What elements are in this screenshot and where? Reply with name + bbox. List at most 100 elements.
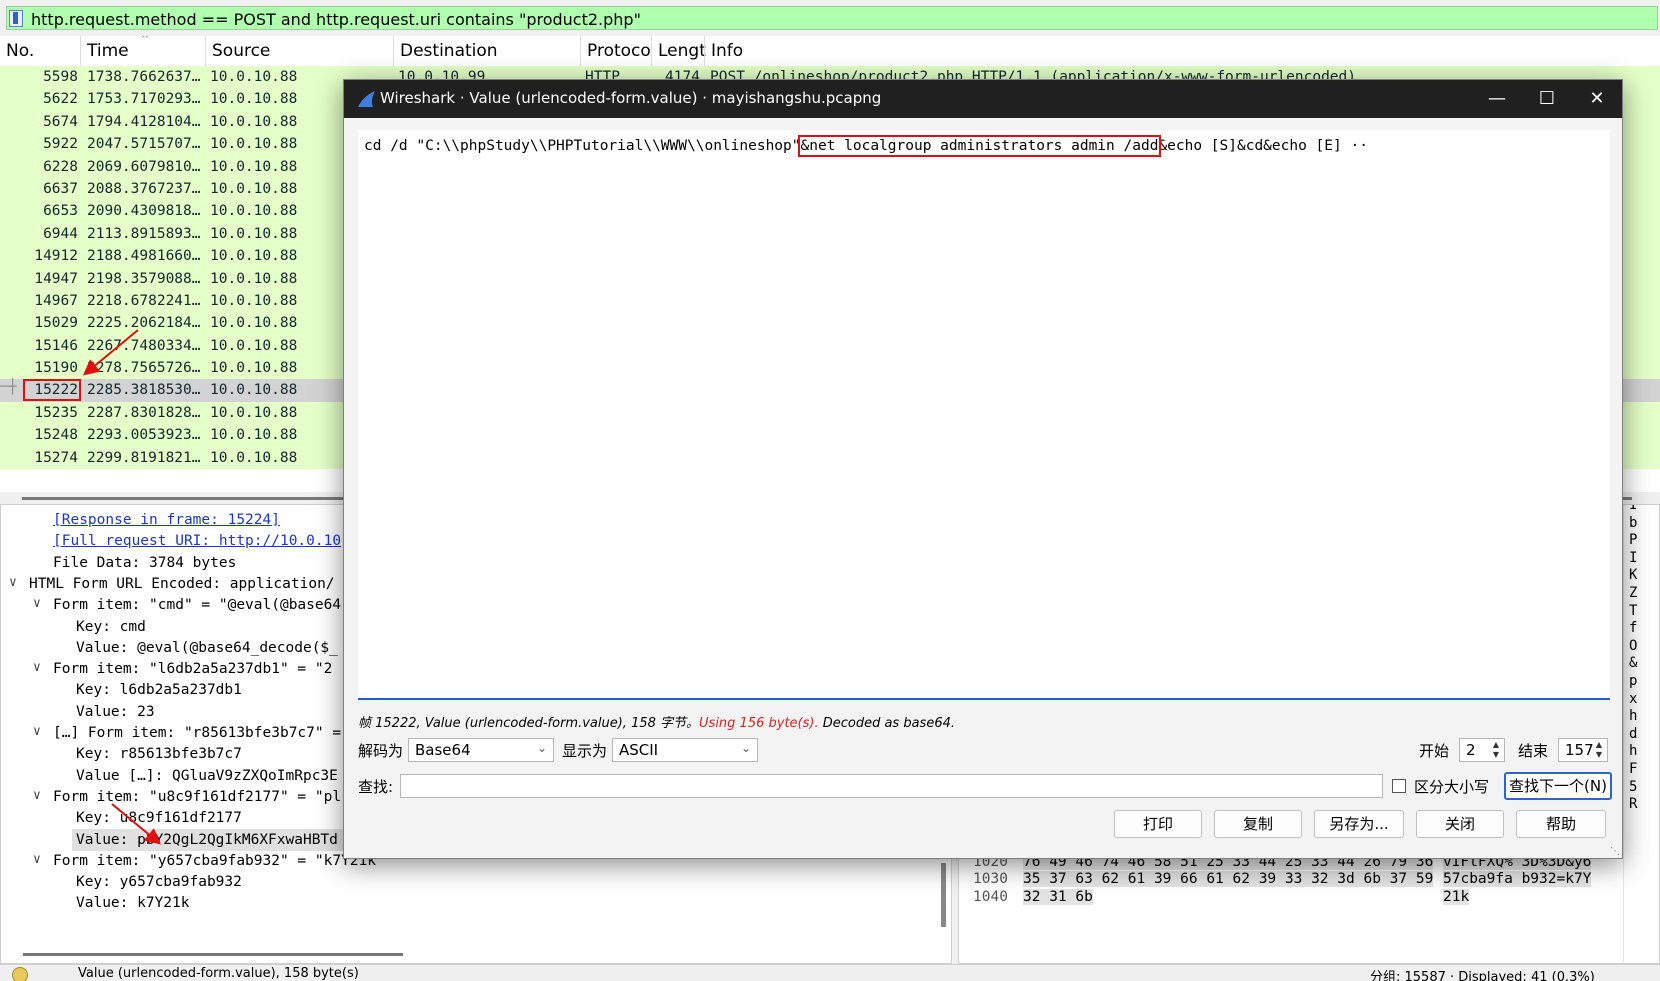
packet-source: 10.0.10.88 bbox=[210, 91, 298, 108]
bookmark-icon[interactable] bbox=[9, 10, 23, 27]
details-tree-item[interactable]: Value: k7Y21k bbox=[1, 892, 951, 914]
maximize-icon[interactable]: ☐ bbox=[1524, 80, 1570, 118]
packet-time: 2299.8191821… bbox=[87, 449, 201, 466]
copy-button[interactable]: 复制 bbox=[1214, 810, 1302, 838]
bytes-ascii-char: x bbox=[1629, 690, 1638, 707]
packet-time: 2069.6079810… bbox=[87, 158, 201, 175]
close-icon[interactable]: ✕ bbox=[1574, 80, 1620, 118]
packet-source: 10.0.10.88 bbox=[210, 180, 298, 197]
decode-as-select[interactable]: Base64 ⌄ bbox=[408, 738, 554, 762]
bytes-right-column: Ib P I K Z Tf O & p x h d h F 5 R bbox=[1623, 504, 1646, 963]
packet-number: 15248 bbox=[34, 427, 78, 444]
display-filter-input[interactable]: http.request.method == POST and http.req… bbox=[6, 6, 1658, 30]
sort-ascending-icon: ^ bbox=[141, 36, 150, 45]
expert-info-icon[interactable] bbox=[12, 967, 28, 981]
col-separator bbox=[580, 36, 581, 66]
packet-time: 2293.0053923… bbox=[87, 427, 201, 444]
packet-source: 10.0.10.88 bbox=[210, 382, 298, 399]
show-as-select[interactable]: ASCII ⌄ bbox=[612, 738, 758, 762]
close-button[interactable]: 关闭 bbox=[1416, 810, 1504, 838]
details-hscrollbar[interactable] bbox=[23, 953, 403, 956]
col-no[interactable]: No. bbox=[6, 41, 34, 61]
packet-source: 10.0.10.88 bbox=[210, 113, 298, 130]
end-spinbox[interactable]: 157 ▲ ▼ bbox=[1558, 738, 1608, 762]
bytes-row[interactable]: 1040 32 31 6b 21k bbox=[959, 888, 1659, 907]
value-scrollbar[interactable] bbox=[1600, 130, 1610, 698]
details-item-label: Value: pbY2QgL2QgIkM6XFxwaHBTd bbox=[76, 831, 338, 848]
packet-time: 2287.8301828… bbox=[87, 404, 201, 421]
bytes-ascii-char: Z bbox=[1629, 585, 1638, 601]
print-button[interactable]: 打印 bbox=[1114, 810, 1202, 838]
packet-list-header: No. Time ^ Source Destination Protoco Le… bbox=[0, 36, 1660, 67]
col-destination[interactable]: Destination bbox=[400, 41, 498, 61]
details-item-label: Key: l6db2a5a237db1 bbox=[76, 682, 242, 699]
minimize-icon[interactable]: — bbox=[1474, 80, 1520, 118]
packet-source: 10.0.10.88 bbox=[210, 248, 298, 265]
value-text-area[interactable]: cd /d "C:\\phpStudy\\PHPTutorial\\WWW\\o… bbox=[358, 130, 1610, 700]
bytes-hex: 32 31 6b bbox=[1023, 889, 1093, 906]
start-spinbox[interactable]: 2 ▲ ▼ bbox=[1459, 738, 1505, 762]
chevron-down-icon[interactable]: ∨ bbox=[33, 852, 41, 867]
bytes-hex: 35 37 63 62 61 39 66 61 62 39 33 32 3d 6… bbox=[1023, 871, 1434, 888]
packet-source: 10.0.10.88 bbox=[210, 315, 298, 332]
spin-up-icon[interactable]: ▲ bbox=[1593, 740, 1605, 750]
chevron-down-icon[interactable]: ∨ bbox=[33, 596, 41, 611]
value-suffix: &echo [S]&cd&echo [E] ·· bbox=[1158, 138, 1368, 154]
bytes-offset: 1040 bbox=[973, 889, 1008, 906]
bytes-ascii-char: F bbox=[1629, 761, 1638, 777]
col-protocol[interactable]: Protoco bbox=[587, 41, 651, 61]
chevron-down-icon[interactable]: ∨ bbox=[33, 724, 41, 739]
col-source[interactable]: Source bbox=[212, 41, 270, 61]
packet-source: 10.0.10.88 bbox=[210, 337, 298, 354]
col-separator bbox=[205, 36, 206, 66]
details-tree-item[interactable]: Key: y657cba9fab932 bbox=[1, 871, 951, 893]
packet-number: 5674 bbox=[43, 113, 78, 130]
packet-number: 14967 bbox=[34, 292, 78, 309]
col-separator bbox=[393, 36, 394, 66]
find-input[interactable] bbox=[400, 774, 1383, 798]
col-length[interactable]: Lengt bbox=[658, 41, 706, 61]
packet-time: 2278.7565726… bbox=[87, 360, 201, 377]
info-suffix: Decoded as base64. bbox=[818, 716, 956, 731]
dialog-title: Wireshark · Value (urlencoded-form.value… bbox=[380, 89, 882, 107]
end-value: 157 bbox=[1565, 741, 1594, 759]
bytes-ascii-char: 5 bbox=[1629, 778, 1638, 795]
details-scrollbar[interactable] bbox=[941, 863, 946, 927]
packet-number: 15274 bbox=[34, 449, 78, 466]
bytes-row[interactable]: 1030 35 37 63 62 61 39 66 61 62 39 33 32 … bbox=[959, 870, 1659, 889]
spin-up-icon[interactable]: ▲ bbox=[1490, 740, 1502, 750]
chevron-down-icon[interactable]: ∨ bbox=[33, 788, 41, 803]
spin-down-icon[interactable]: ▼ bbox=[1490, 750, 1502, 760]
col-time[interactable]: Time bbox=[87, 41, 129, 61]
details-item-label: Form item: "l6db2a5a237db1" = "2 bbox=[53, 661, 333, 678]
packet-number: 6637 bbox=[43, 180, 78, 197]
spin-down-icon[interactable]: ▼ bbox=[1593, 750, 1605, 760]
details-link[interactable]: [Response in frame: 15224] bbox=[53, 512, 280, 528]
packet-time: 2225.2062184… bbox=[87, 315, 201, 332]
bytes-ascii-char: f bbox=[1629, 620, 1638, 637]
resize-grip-icon[interactable]: ⋱ bbox=[1610, 846, 1620, 857]
filter-text: http.request.method == POST and http.req… bbox=[31, 10, 641, 29]
packet-number: 6228 bbox=[43, 158, 78, 175]
save-as-button[interactable]: 另存为... bbox=[1314, 810, 1404, 838]
packet-time: 2218.6782241… bbox=[87, 292, 201, 309]
details-link[interactable]: [Full request URI: http://10.0.10 bbox=[53, 533, 341, 549]
find-next-button[interactable]: 查找下一个(N) bbox=[1504, 772, 1612, 800]
dialog-titlebar[interactable]: Wireshark · Value (urlencoded-form.value… bbox=[344, 80, 1622, 118]
chevron-down-icon[interactable]: ∨ bbox=[9, 575, 17, 590]
decoded-value-text: cd /d "C:\\phpStudy\\PHPTutorial\\WWW\\o… bbox=[364, 135, 1368, 157]
help-button[interactable]: 帮助 bbox=[1516, 810, 1606, 838]
bytes-ascii-char: I bbox=[1629, 504, 1638, 513]
chevron-down-icon[interactable]: ∨ bbox=[33, 660, 41, 675]
details-item-label: Key: r85613bfe3b7c7 bbox=[76, 746, 242, 763]
decode-as-label: 解码为 bbox=[358, 742, 404, 760]
details-item-label: Form item: "y657cba9fab932" = "k7Y21k" bbox=[53, 852, 385, 869]
col-info[interactable]: Info bbox=[711, 41, 743, 61]
packet-source: 10.0.10.88 bbox=[210, 136, 298, 153]
packet-number: 15146 bbox=[34, 337, 78, 354]
info-used-bytes: Using 156 byte(s). bbox=[699, 716, 819, 731]
show-as-value: ASCII bbox=[619, 741, 659, 759]
case-sensitive-checkbox[interactable] bbox=[1392, 779, 1406, 793]
status-right-text: 分组: 15587 · Displayed: 41 (0.3%) bbox=[1370, 970, 1595, 981]
bytes-ascii-char: P bbox=[1629, 532, 1638, 549]
